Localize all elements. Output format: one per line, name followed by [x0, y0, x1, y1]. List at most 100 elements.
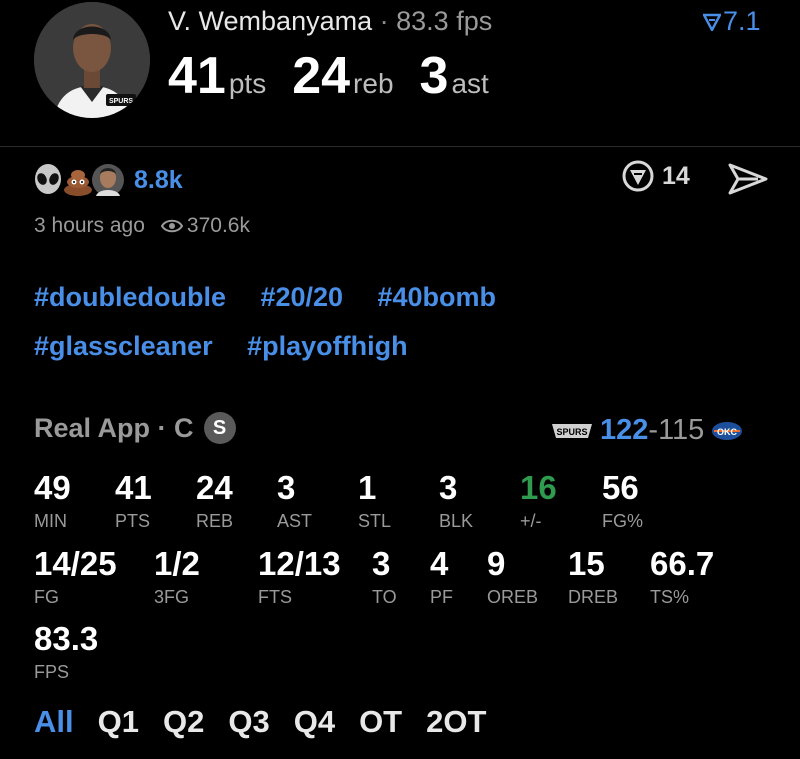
stat-oreb: 9 OREB	[487, 545, 538, 608]
comment-count: 14	[662, 161, 690, 190]
stat-value: 49	[34, 469, 71, 506]
tab-all[interactable]: All	[34, 704, 74, 740]
stat-value: 1/2	[154, 545, 200, 582]
stat-label: BLK	[439, 511, 474, 531]
player-avatar[interactable]: SPURS	[34, 2, 150, 118]
stat-label: TO	[372, 587, 397, 607]
source-separator: ·	[157, 412, 167, 443]
stat-label: FTS	[258, 587, 292, 607]
ast-unit: ast	[451, 68, 489, 99]
post-meta: 3 hours ago 370.6k	[34, 214, 250, 238]
thunder-logo-icon: OKC	[712, 421, 743, 440]
share-button[interactable]	[728, 162, 768, 201]
reaction-count[interactable]: 8.8k	[134, 166, 183, 195]
send-icon	[728, 163, 768, 195]
rating-value: 7.1	[723, 6, 761, 36]
stat-label: PTS	[115, 511, 151, 531]
tab-ot[interactable]: OT	[359, 704, 402, 740]
stat-to: 3 TO	[372, 545, 397, 608]
stat-plus-minus: 16 +/-	[520, 469, 557, 532]
hashtag[interactable]: #playoffhigh	[247, 331, 408, 362]
stat-label: OREB	[487, 587, 539, 607]
stat-label: FG	[34, 587, 59, 607]
stat-label: REB	[196, 511, 234, 531]
stat-source: Real App · C S	[34, 412, 236, 444]
stat-value: 9	[487, 545, 506, 582]
view-count-wrap: 370.6k	[160, 214, 250, 238]
stat-label: TS%	[650, 587, 690, 607]
reb-unit: reb	[353, 68, 394, 99]
tab-2ot[interactable]: 2OT	[426, 704, 486, 740]
period-tabs: All Q1 Q2 Q3 Q4 OT 2OT	[34, 704, 510, 740]
stat-fg-pct: 56 FG%	[602, 469, 643, 532]
stat-3fg: 1/2 3FG	[154, 545, 200, 608]
comment-icon	[622, 160, 654, 192]
stat-label: STL	[358, 511, 392, 531]
stat-label: +/-	[520, 511, 542, 531]
stat-value: 41	[115, 469, 152, 506]
stat-reb: 24 REB	[196, 469, 233, 532]
stat-fg: 14/25 FG	[34, 545, 117, 608]
stat-pf: 4 PF	[430, 545, 453, 608]
stat-value: 56	[602, 469, 639, 506]
opp-logo-text: OKC	[717, 427, 738, 437]
view-count: 370.6k	[186, 214, 250, 237]
pts-value: 41	[168, 47, 226, 105]
stat-value: 12/13	[258, 545, 341, 582]
hashtag[interactable]: #20/20	[260, 282, 343, 313]
stat-min: 49 MIN	[34, 469, 71, 532]
stat-fps: 83.3 FPS	[34, 620, 98, 683]
hashtag[interactable]: #doubledouble	[34, 282, 226, 313]
game-score[interactable]: SPURS 122-115 OKC	[550, 414, 744, 447]
stat-label: 3FG	[154, 587, 190, 607]
stat-value: 1	[358, 469, 377, 506]
stat-label: AST	[277, 511, 313, 531]
stat-value: 14/25	[34, 545, 117, 582]
stat-value: 83.3	[34, 620, 99, 657]
comments-button[interactable]: 14	[622, 160, 690, 192]
starter-badge: S	[203, 412, 236, 444]
rating-badge[interactable]: 7.1	[702, 6, 761, 37]
stat-value: 15	[568, 545, 605, 582]
tab-q1[interactable]: Q1	[98, 704, 139, 740]
player-name[interactable]: V. Wembanyama	[168, 6, 372, 36]
team-logo-text: SPURS	[556, 427, 587, 437]
hashtag[interactable]: #40bomb	[378, 282, 497, 313]
tab-q2[interactable]: Q2	[163, 704, 204, 740]
player-position: C	[174, 412, 194, 443]
stat-value: 16	[520, 469, 557, 506]
reactions-row[interactable]: 8.8k	[32, 162, 183, 198]
user-face-icon	[92, 164, 124, 196]
eye-icon	[160, 219, 183, 233]
stat-blk: 3 BLK	[439, 469, 473, 532]
tab-q3[interactable]: Q3	[228, 704, 269, 740]
opponent-score: 115	[658, 414, 705, 446]
stat-dreb: 15 DREB	[568, 545, 618, 608]
hashtag[interactable]: #glasscleaner	[34, 331, 213, 362]
reb-value: 24	[292, 47, 351, 105]
player-title[interactable]: V. Wembanyama · 83.3 fps	[168, 6, 492, 37]
stat-value: 3	[277, 469, 296, 506]
score-dash: -	[648, 414, 659, 446]
stat-pts: 41 PTS	[115, 469, 152, 532]
stat-fts: 12/13 FTS	[258, 545, 341, 608]
team-score: 122	[600, 414, 649, 446]
poop-emoji-icon	[62, 164, 94, 196]
stat-value: 3	[439, 469, 458, 506]
stat-label: MIN	[34, 511, 67, 531]
stat-label: FG%	[602, 511, 644, 531]
stat-value: 24	[196, 469, 233, 506]
header-divider	[0, 146, 800, 147]
ast-value: 3	[419, 47, 449, 105]
stat-value: 3	[372, 545, 391, 582]
stat-ast: 3 AST	[277, 469, 312, 532]
jersey-logo: SPURS	[109, 98, 133, 105]
pts-unit: pts	[228, 68, 267, 99]
stat-value: 4	[430, 545, 449, 582]
title-separator: ·	[379, 6, 389, 36]
stat-stl: 1 STL	[358, 469, 391, 532]
headline-statline: 41 pts 24 reb 3 ast	[168, 46, 515, 106]
hashtag-list: #doubledouble #20/20 #40bomb #glassclean…	[34, 282, 734, 380]
tab-q4[interactable]: Q4	[294, 704, 335, 740]
player-fps: 83.3 fps	[396, 6, 493, 36]
